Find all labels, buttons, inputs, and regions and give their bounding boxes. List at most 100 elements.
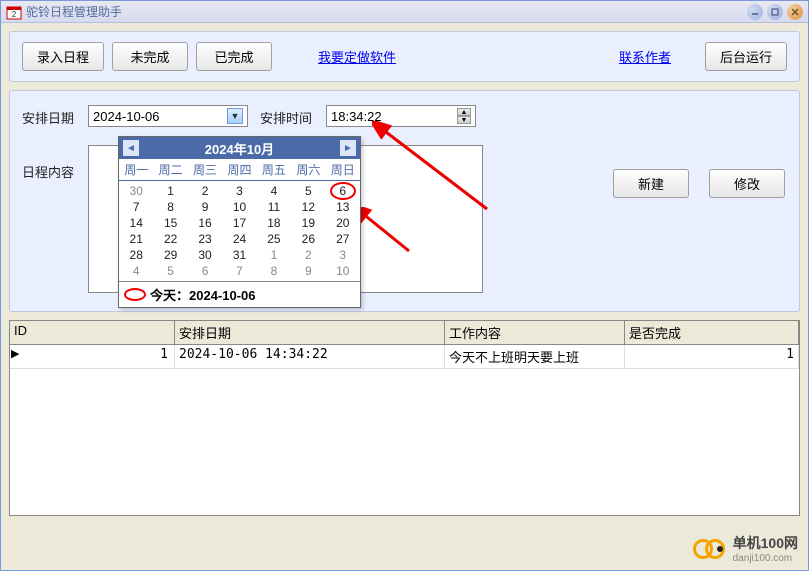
content-label: 日程内容 — [22, 159, 82, 181]
calendar-day[interactable]: 29 — [153, 247, 187, 263]
calendar-days: 3012345678910111213141516171819202122232… — [119, 181, 360, 281]
calendar-day[interactable]: 14 — [119, 215, 153, 231]
calendar-day[interactable]: 20 — [326, 215, 360, 231]
watermark-name: 单机100网 — [733, 533, 798, 553]
calendar-day[interactable]: 19 — [291, 215, 325, 231]
time-value: 18:34:22 — [331, 109, 382, 124]
calendar-day[interactable]: 8 — [153, 199, 187, 215]
weekday-label: 周四 — [222, 161, 256, 178]
grid-header: ID 安排日期 工作内容 是否完成 — [10, 321, 799, 345]
calendar-day[interactable]: 24 — [222, 231, 256, 247]
calendar-day[interactable]: 3 — [222, 183, 256, 199]
calendar-day[interactable]: 5 — [153, 263, 187, 279]
time-field[interactable]: 18:34:22 ▲ ▼ — [326, 105, 476, 127]
date-dropdown-icon[interactable]: ▼ — [227, 108, 243, 124]
app-icon: 2 — [6, 4, 22, 20]
weekday-label: 周六 — [291, 161, 325, 178]
maximize-button[interactable] — [767, 4, 783, 20]
calendar-day[interactable]: 3 — [326, 247, 360, 263]
calendar-day[interactable]: 2 — [291, 247, 325, 263]
cell-id: 1 — [10, 345, 175, 368]
calendar-day[interactable]: 16 — [188, 215, 222, 231]
calendar-day[interactable]: 31 — [222, 247, 256, 263]
complete-button[interactable]: 已完成 — [196, 42, 272, 71]
weekday-label: 周三 — [188, 161, 222, 178]
calendar-day[interactable]: 7 — [222, 263, 256, 279]
calendar-weekdays: 周一周二周三周四周五周六周日 — [119, 159, 360, 181]
calendar-day[interactable]: 25 — [257, 231, 291, 247]
cell-date: 2024-10-06 14:34:22 — [175, 345, 445, 368]
col-date[interactable]: 安排日期 — [175, 321, 445, 344]
incomplete-button[interactable]: 未完成 — [112, 42, 188, 71]
edit-button[interactable]: 修改 — [709, 169, 785, 198]
calendar-day[interactable]: 8 — [257, 263, 291, 279]
calendar-day[interactable]: 17 — [222, 215, 256, 231]
weekday-label: 周五 — [257, 161, 291, 178]
calendar-day[interactable]: 23 — [188, 231, 222, 247]
calendar-day[interactable]: 4 — [257, 183, 291, 199]
calendar-footer[interactable]: 今天：2024-10-06 — [119, 281, 360, 307]
calendar-day[interactable]: 18 — [257, 215, 291, 231]
contact-author-link[interactable]: 联系作者 — [619, 47, 671, 66]
calendar-day[interactable]: 13 — [326, 199, 360, 215]
today-mark-icon — [124, 288, 146, 301]
calendar-day[interactable]: 10 — [222, 199, 256, 215]
time-down-icon[interactable]: ▼ — [457, 116, 471, 124]
minimize-button[interactable] — [747, 4, 763, 20]
calendar-day[interactable]: 2 — [188, 183, 222, 199]
cell-work: 今天不上班明天要上班 — [445, 345, 625, 368]
cell-done: 1 — [625, 345, 799, 368]
app-window: 2 驼铃日程管理助手 录入日程 未完成 已完成 我要定做软件 联系作者 后台运行… — [0, 0, 809, 571]
close-button[interactable] — [787, 4, 803, 20]
calendar-next-icon[interactable]: ► — [340, 140, 356, 156]
window-title: 驼铃日程管理助手 — [26, 3, 122, 20]
calendar-day[interactable]: 9 — [291, 263, 325, 279]
calendar-day[interactable]: 5 — [291, 183, 325, 199]
input-schedule-button[interactable]: 录入日程 — [22, 42, 104, 71]
date-label: 安排日期 — [22, 105, 82, 127]
weekday-label: 周日 — [326, 161, 360, 178]
calendar-day[interactable]: 7 — [119, 199, 153, 215]
watermark-logo-icon — [693, 538, 727, 560]
calendar-day[interactable]: 27 — [326, 231, 360, 247]
new-button[interactable]: 新建 — [613, 169, 689, 198]
col-done[interactable]: 是否完成 — [625, 321, 799, 344]
calendar-day[interactable]: 4 — [119, 263, 153, 279]
calendar-title: 2024年10月 — [205, 139, 274, 158]
background-run-button[interactable]: 后台运行 — [705, 42, 787, 71]
watermark: 单机100网 danji100.com — [693, 533, 798, 564]
calendar-day[interactable]: 15 — [153, 215, 187, 231]
time-label: 安排时间 — [260, 105, 320, 127]
calendar-day[interactable]: 9 — [188, 199, 222, 215]
calendar-day[interactable]: 22 — [153, 231, 187, 247]
calendar-day[interactable]: 30 — [119, 183, 153, 199]
calendar-today-label: 今天：2024-10-06 — [150, 285, 256, 304]
svg-text:2: 2 — [12, 10, 17, 19]
calendar-day[interactable]: 10 — [326, 263, 360, 279]
calendar-prev-icon[interactable]: ◄ — [123, 140, 139, 156]
toolbar: 录入日程 未完成 已完成 我要定做软件 联系作者 后台运行 — [9, 31, 800, 82]
calendar-day[interactable]: 1 — [257, 247, 291, 263]
calendar-day[interactable]: 6 — [188, 263, 222, 279]
col-id[interactable]: ID — [10, 321, 175, 344]
weekday-label: 周一 — [119, 161, 153, 178]
calendar-day[interactable]: 12 — [291, 199, 325, 215]
table-row[interactable]: ▶12024-10-06 14:34:22今天不上班明天要上班1 — [10, 345, 799, 369]
titlebar: 2 驼铃日程管理助手 — [1, 1, 808, 23]
data-grid[interactable]: ID 安排日期 工作内容 是否完成 ▶12024-10-06 14:34:22今… — [9, 320, 800, 516]
calendar-day[interactable]: 21 — [119, 231, 153, 247]
calendar-day[interactable]: 26 — [291, 231, 325, 247]
date-field[interactable]: 2024-10-06 ▼ — [88, 105, 248, 127]
calendar-popup: ◄ 2024年10月 ► 周一周二周三周四周五周六周日 301234567891… — [118, 136, 361, 308]
col-work[interactable]: 工作内容 — [445, 321, 625, 344]
calendar-day[interactable]: 28 — [119, 247, 153, 263]
row-indicator-icon: ▶ — [11, 347, 19, 360]
date-value: 2024-10-06 — [93, 109, 160, 124]
calendar-day[interactable]: 1 — [153, 183, 187, 199]
calendar-day[interactable]: 11 — [257, 199, 291, 215]
custom-software-link[interactable]: 我要定做软件 — [318, 47, 396, 66]
calendar-day[interactable]: 30 — [188, 247, 222, 263]
time-up-icon[interactable]: ▲ — [457, 108, 471, 116]
calendar-day[interactable]: 6 — [326, 183, 360, 199]
watermark-domain: danji100.com — [733, 553, 798, 564]
